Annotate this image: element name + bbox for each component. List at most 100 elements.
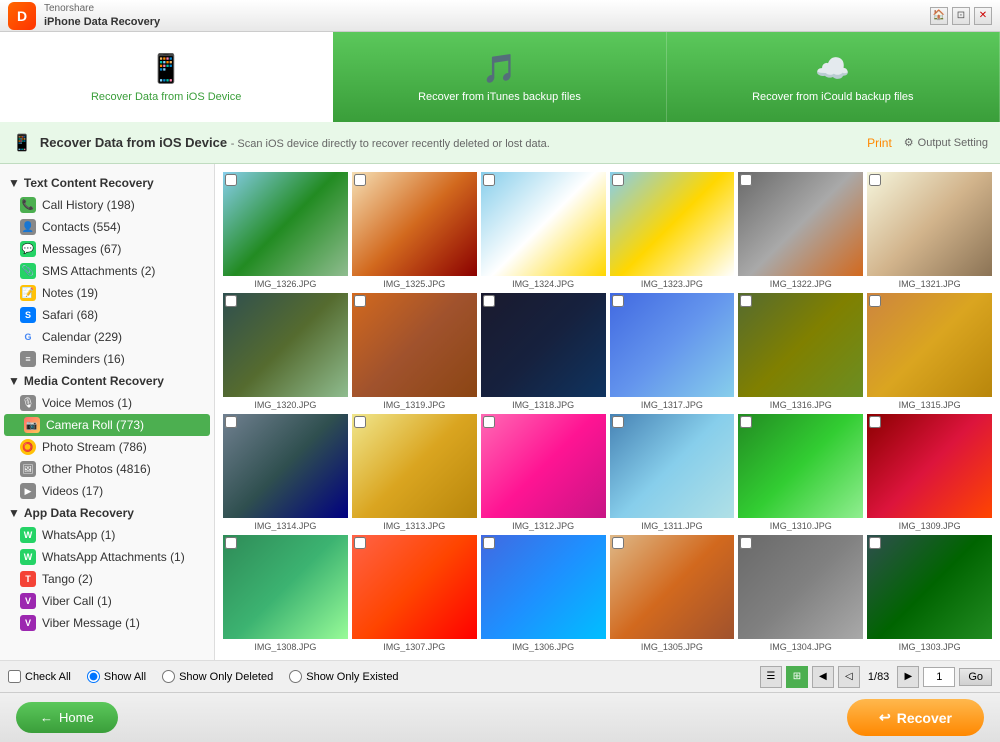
show-existed-radio[interactable] bbox=[289, 670, 302, 683]
sidebar-item-other-photos[interactable]: 🖼 Other Photos (4816) bbox=[0, 458, 214, 480]
photo-checkbox[interactable] bbox=[612, 174, 624, 186]
photo-name: IMG_1313.JPG bbox=[352, 521, 477, 531]
photo-checkbox[interactable] bbox=[225, 416, 237, 428]
output-settings-button[interactable]: ⚙ Output Setting bbox=[904, 136, 988, 149]
viber-message-icon: V bbox=[20, 615, 36, 631]
sidebar-item-messages[interactable]: 💬 Messages (67) bbox=[0, 238, 214, 260]
close-button[interactable]: ✕ bbox=[974, 7, 992, 25]
go-button[interactable]: Go bbox=[959, 668, 992, 686]
photo-checkbox[interactable] bbox=[740, 537, 752, 549]
sidebar-section-app-data[interactable]: ▼ App Data Recovery bbox=[0, 502, 214, 524]
photo-checkbox[interactable] bbox=[612, 416, 624, 428]
photo-item[interactable]: IMG_1311.JPG bbox=[610, 414, 735, 531]
photo-name: IMG_1324.JPG bbox=[481, 279, 606, 289]
photo-item[interactable]: IMG_1315.JPG bbox=[867, 293, 992, 410]
photo-checkbox[interactable] bbox=[740, 416, 752, 428]
home-button[interactable]: ← Home bbox=[16, 702, 118, 733]
photo-checkbox[interactable] bbox=[354, 537, 366, 549]
photo-checkbox[interactable] bbox=[869, 416, 881, 428]
photo-item[interactable]: IMG_1310.JPG bbox=[738, 414, 863, 531]
photo-item[interactable]: IMG_1309.JPG bbox=[867, 414, 992, 531]
photo-checkbox[interactable] bbox=[612, 295, 624, 307]
photo-thumbnail bbox=[223, 293, 348, 397]
photo-name: IMG_1316.JPG bbox=[738, 400, 863, 410]
sidebar-item-tango[interactable]: T Tango (2) bbox=[0, 568, 214, 590]
photo-item[interactable]: IMG_1324.JPG bbox=[481, 172, 606, 289]
photo-checkbox[interactable] bbox=[354, 416, 366, 428]
photo-item[interactable]: IMG_1314.JPG bbox=[223, 414, 348, 531]
sidebar-item-reminders[interactable]: ≡ Reminders (16) bbox=[0, 348, 214, 370]
sidebar-item-camera-roll[interactable]: 📷 Camera Roll (773) bbox=[4, 414, 210, 436]
photo-checkbox[interactable] bbox=[612, 537, 624, 549]
photo-item[interactable]: IMG_1305.JPG bbox=[610, 535, 735, 652]
sidebar-item-contacts[interactable]: 👤 Contacts (554) bbox=[0, 216, 214, 238]
photo-checkbox[interactable] bbox=[354, 295, 366, 307]
grid-view-button[interactable]: ⊞ bbox=[786, 666, 808, 688]
photo-checkbox[interactable] bbox=[740, 295, 752, 307]
page-number-input[interactable] bbox=[923, 667, 955, 687]
photo-item[interactable]: IMG_1308.JPG bbox=[223, 535, 348, 652]
sidebar-item-calendar[interactable]: G Calendar (229) bbox=[0, 326, 214, 348]
photo-item[interactable]: IMG_1321.JPG bbox=[867, 172, 992, 289]
sidebar-item-whatsapp-attachments[interactable]: W WhatsApp Attachments (1) bbox=[0, 546, 214, 568]
photo-checkbox[interactable] bbox=[483, 295, 495, 307]
tab-itunes[interactable]: 🎵 Recover from iTunes backup files bbox=[333, 32, 666, 122]
photo-item[interactable]: IMG_1316.JPG bbox=[738, 293, 863, 410]
sidebar-item-call-history[interactable]: 📞 Call History (198) bbox=[0, 194, 214, 216]
photo-item[interactable]: IMG_1320.JPG bbox=[223, 293, 348, 410]
photo-checkbox[interactable] bbox=[740, 174, 752, 186]
photo-checkbox[interactable] bbox=[225, 537, 237, 549]
sidebar-item-viber-message[interactable]: V Viber Message (1) bbox=[0, 612, 214, 634]
sidebar-item-photo-stream[interactable]: ⭕ Photo Stream (786) bbox=[0, 436, 214, 458]
photo-checkbox[interactable] bbox=[483, 174, 495, 186]
photo-checkbox[interactable] bbox=[483, 537, 495, 549]
photo-checkbox[interactable] bbox=[354, 174, 366, 186]
photo-item[interactable]: IMG_1323.JPG bbox=[610, 172, 735, 289]
photo-item[interactable]: IMG_1304.JPG bbox=[738, 535, 863, 652]
first-page-button[interactable]: ◁ bbox=[838, 666, 860, 688]
sidebar-section-media[interactable]: ▼ Media Content Recovery bbox=[0, 370, 214, 392]
sidebar-section-text[interactable]: ▼ Text Content Recovery bbox=[0, 172, 214, 194]
photo-item[interactable]: IMG_1303.JPG bbox=[867, 535, 992, 652]
home-icon: ← bbox=[40, 710, 53, 725]
ios-icon: 📱 bbox=[149, 52, 184, 85]
photo-checkbox[interactable] bbox=[869, 537, 881, 549]
photo-item[interactable]: IMG_1319.JPG bbox=[352, 293, 477, 410]
list-view-button[interactable]: ☰ bbox=[760, 666, 782, 688]
check-all-checkbox[interactable] bbox=[8, 670, 21, 683]
photo-item[interactable]: IMG_1313.JPG bbox=[352, 414, 477, 531]
photo-item[interactable]: IMG_1322.JPG bbox=[738, 172, 863, 289]
photo-item[interactable]: IMG_1326.JPG bbox=[223, 172, 348, 289]
photo-checkbox[interactable] bbox=[869, 295, 881, 307]
show-deleted-radio[interactable] bbox=[162, 670, 175, 683]
photo-name: IMG_1321.JPG bbox=[867, 279, 992, 289]
sidebar-item-safari[interactable]: S Safari (68) bbox=[0, 304, 214, 326]
sidebar-item-videos[interactable]: ▶ Videos (17) bbox=[0, 480, 214, 502]
restore-button[interactable]: ⊡ bbox=[952, 7, 970, 25]
photo-checkbox[interactable] bbox=[225, 295, 237, 307]
prev-page-button[interactable]: ◀ bbox=[812, 666, 834, 688]
photo-item[interactable]: IMG_1306.JPG bbox=[481, 535, 606, 652]
recover-button[interactable]: ↩ Recover bbox=[847, 699, 984, 736]
sidebar-item-viber-call[interactable]: V Viber Call (1) bbox=[0, 590, 214, 612]
show-all-radio[interactable] bbox=[87, 670, 100, 683]
minimize-button[interactable]: 🏠 bbox=[930, 7, 948, 25]
sidebar-item-sms-attachments[interactable]: 📎 SMS Attachments (2) bbox=[0, 260, 214, 282]
tab-ios[interactable]: 📱 Recover Data from iOS Device bbox=[0, 32, 333, 122]
voice-memos-icon: 🎙 bbox=[20, 395, 36, 411]
sidebar-item-notes[interactable]: 📝 Notes (19) bbox=[0, 282, 214, 304]
next-page-button[interactable]: ▶ bbox=[897, 666, 919, 688]
print-link[interactable]: Print bbox=[867, 136, 892, 150]
photo-checkbox[interactable] bbox=[483, 416, 495, 428]
photo-item[interactable]: IMG_1318.JPG bbox=[481, 293, 606, 410]
photo-checkbox[interactable] bbox=[225, 174, 237, 186]
photo-item[interactable]: IMG_1317.JPG bbox=[610, 293, 735, 410]
gear-icon: ⚙ bbox=[904, 136, 914, 149]
tab-icloud[interactable]: ☁️ Recover from iCould backup files bbox=[667, 32, 1000, 122]
photo-checkbox[interactable] bbox=[869, 174, 881, 186]
sidebar-item-voice-memos[interactable]: 🎙 Voice Memos (1) bbox=[0, 392, 214, 414]
photo-item[interactable]: IMG_1325.JPG bbox=[352, 172, 477, 289]
photo-item[interactable]: IMG_1312.JPG bbox=[481, 414, 606, 531]
photo-item[interactable]: IMG_1307.JPG bbox=[352, 535, 477, 652]
sidebar-item-whatsapp[interactable]: W WhatsApp (1) bbox=[0, 524, 214, 546]
